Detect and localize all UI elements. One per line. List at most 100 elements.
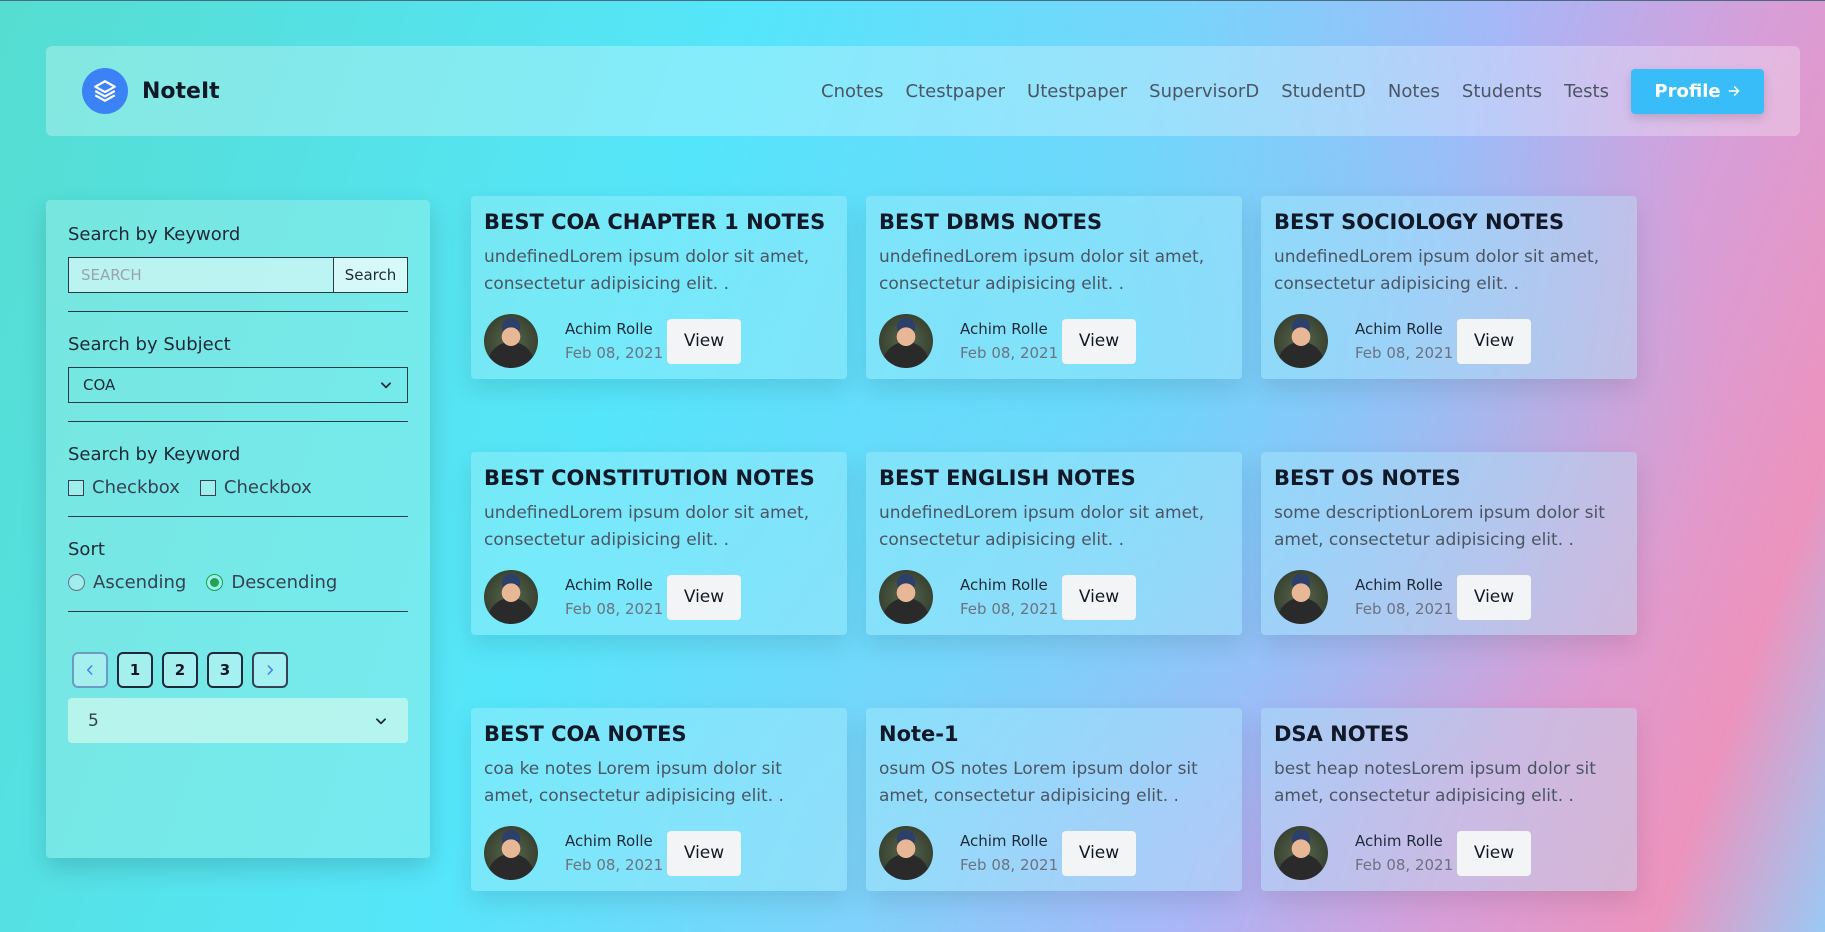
- note-title: BEST CONSTITUTION NOTES: [484, 466, 815, 490]
- profile-button[interactable]: Profile: [1631, 68, 1764, 114]
- subject-select[interactable]: COA: [68, 367, 408, 403]
- note-description: undefinedLorem ipsum dolor sit amet, con…: [1274, 247, 1600, 294]
- view-button[interactable]: View: [1457, 574, 1531, 620]
- keyword-search-title: Search by Keyword: [68, 224, 241, 245]
- author-name: Achim Rolle: [960, 320, 1048, 338]
- author-info: Achim Rolle Feb 08, 2021: [1355, 576, 1457, 618]
- search-input[interactable]: [68, 257, 333, 293]
- chevron-right-icon: [267, 665, 274, 675]
- nav-link-notes[interactable]: Notes: [1388, 81, 1440, 102]
- author-info: Achim Rolle Feb 08, 2021: [565, 576, 667, 618]
- author-info: Achim Rolle Feb 08, 2021: [960, 576, 1062, 618]
- note-description: undefinedLorem ipsum dolor sit amet, con…: [484, 247, 810, 294]
- note-date: Feb 08, 2021: [1355, 344, 1454, 362]
- sort-ascending[interactable]: Ascending: [68, 572, 186, 593]
- author-name: Achim Rolle: [565, 320, 653, 338]
- author-name: Achim Rolle: [960, 832, 1048, 850]
- per-page-value: 5: [88, 710, 99, 731]
- note-footer: Achim Rolle Feb 08, 2021 View: [484, 314, 834, 368]
- note-description: osum OS notes Lorem ipsum dolor sit amet…: [879, 759, 1198, 806]
- checkbox[interactable]: [199, 479, 216, 496]
- note-card: BEST CONSTITUTION NOTES undefinedLorem i…: [471, 452, 847, 635]
- avatar: [484, 314, 538, 368]
- prev-page-button[interactable]: [72, 652, 108, 688]
- author-info: Achim Rolle Feb 08, 2021: [1355, 832, 1457, 874]
- nav-link-supervisord[interactable]: SupervisorD: [1149, 81, 1259, 102]
- search-button[interactable]: Search: [333, 257, 408, 293]
- brand[interactable]: NoteIt: [82, 68, 220, 114]
- filter-sidebar: Search by Keyword Search Search by Subje…: [46, 200, 430, 858]
- note-title: BEST COA CHAPTER 1 NOTES: [484, 210, 826, 234]
- nav-link-utestpaper[interactable]: Utestpaper: [1027, 81, 1127, 102]
- view-button[interactable]: View: [667, 830, 741, 876]
- chevron-down-icon: [376, 717, 386, 724]
- note-card: BEST OS NOTES some descriptionLorem ipsu…: [1261, 452, 1637, 635]
- note-card: BEST COA CHAPTER 1 NOTES undefinedLorem …: [471, 196, 847, 379]
- checkbox-label: Checkbox: [223, 477, 312, 498]
- per-page-select[interactable]: 5: [68, 698, 408, 743]
- nav-link-tests[interactable]: Tests: [1564, 81, 1609, 102]
- next-page-button[interactable]: [252, 652, 288, 688]
- view-button[interactable]: View: [1457, 830, 1531, 876]
- view-button[interactable]: View: [1062, 318, 1136, 364]
- page-button-1[interactable]: 1: [117, 652, 153, 688]
- sort-ascending-label: Ascending: [93, 572, 187, 593]
- page-button-3[interactable]: 3: [207, 652, 243, 688]
- note-title: Note-1: [879, 722, 959, 746]
- note-footer: Achim Rolle Feb 08, 2021 View: [879, 570, 1229, 624]
- sort-title: Sort: [68, 539, 105, 560]
- brand-name: NoteIt: [142, 78, 220, 104]
- note-description: undefinedLorem ipsum dolor sit amet, con…: [879, 247, 1205, 294]
- note-date: Feb 08, 2021: [565, 344, 664, 362]
- chevron-down-icon: [381, 382, 391, 389]
- radio-button-checked[interactable]: [206, 574, 224, 591]
- avatar: [484, 826, 538, 880]
- nav-link-studentd[interactable]: StudentD: [1281, 81, 1366, 102]
- view-button[interactable]: View: [1062, 574, 1136, 620]
- avatar: [1274, 570, 1328, 624]
- note-description: some descriptionLorem ipsum dolor sit am…: [1274, 503, 1605, 550]
- navbar: NoteIt Cnotes Ctestpaper Utestpaper Supe…: [46, 46, 1800, 136]
- subject-select-value: COA: [83, 376, 116, 394]
- subject-search-title: Search by Subject: [68, 334, 231, 355]
- profile-button-label: Profile: [1654, 80, 1721, 102]
- note-card: BEST COA NOTES coa ke notes Lorem ipsum …: [471, 708, 847, 891]
- nav-link-ctestpaper[interactable]: Ctestpaper: [906, 81, 1006, 102]
- note-card: BEST ENGLISH NOTES undefinedLorem ipsum …: [866, 452, 1242, 635]
- pagination: 1 2 3: [72, 652, 408, 688]
- window-top-border: [0, 0, 1825, 1]
- nav-link-cnotes[interactable]: Cnotes: [821, 81, 884, 102]
- nav-links: Cnotes Ctestpaper Utestpaper SupervisorD…: [821, 68, 1764, 114]
- author-info: Achim Rolle Feb 08, 2021: [565, 320, 667, 362]
- view-button[interactable]: View: [667, 574, 741, 620]
- checkbox-option-1[interactable]: Checkbox: [68, 477, 180, 498]
- avatar: [1274, 826, 1328, 880]
- nav-link-students[interactable]: Students: [1462, 81, 1542, 102]
- sort-descending-label: Descending: [231, 572, 338, 593]
- view-button[interactable]: View: [667, 318, 741, 364]
- avatar: [879, 826, 933, 880]
- note-date: Feb 08, 2021: [960, 600, 1059, 618]
- checkbox-option-2[interactable]: Checkbox: [199, 477, 312, 498]
- subject-search-section: Search by Subject COA: [68, 334, 408, 422]
- author-name: Achim Rolle: [1355, 832, 1443, 850]
- keyword-search-section: Search by Keyword Search: [68, 224, 408, 312]
- author-info: Achim Rolle Feb 08, 2021: [960, 832, 1062, 874]
- author-name: Achim Rolle: [1355, 576, 1443, 594]
- view-button[interactable]: View: [1457, 318, 1531, 364]
- note-footer: Achim Rolle Feb 08, 2021 View: [1274, 314, 1624, 368]
- view-button[interactable]: View: [1062, 830, 1136, 876]
- author-info: Achim Rolle Feb 08, 2021: [565, 832, 667, 874]
- author-name: Achim Rolle: [960, 576, 1048, 594]
- author-name: Achim Rolle: [565, 576, 653, 594]
- radio-button[interactable]: [68, 574, 85, 591]
- chevron-left-icon: [86, 665, 93, 675]
- sort-descending[interactable]: Descending: [206, 572, 337, 593]
- note-footer: Achim Rolle Feb 08, 2021 View: [484, 570, 834, 624]
- checkbox[interactable]: [68, 479, 84, 496]
- page-button-2[interactable]: 2: [162, 652, 198, 688]
- avatar: [1274, 314, 1328, 368]
- avatar: [484, 570, 538, 624]
- search-row: Search: [68, 257, 408, 293]
- note-footer: Achim Rolle Feb 08, 2021 View: [1274, 570, 1624, 624]
